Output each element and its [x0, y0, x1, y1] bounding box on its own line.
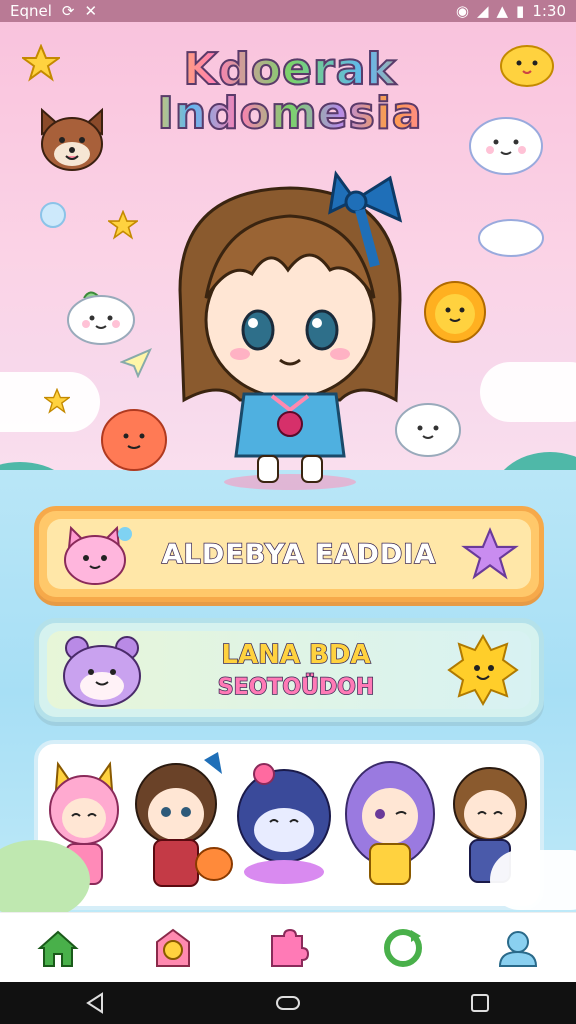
- cat-cloud-sticker: [469, 117, 543, 175]
- button-2-line-1: LANA BDA: [221, 639, 372, 671]
- button-1-label: ALDEBYA EADDIA: [161, 538, 437, 571]
- pink-cat-icon: [64, 525, 132, 585]
- hamster-icon: [63, 636, 141, 707]
- app-title: Kdoerak Indomesia: [140, 47, 440, 137]
- location-icon: ◉: [455, 2, 469, 20]
- menu-button-2[interactable]: LANA BDA SEOTOÜDOH: [34, 618, 544, 722]
- status-bar: Eqnel ⟳ ✕ ◉ ◢ ▲ ▮ 1:30: [0, 0, 576, 22]
- home-system-icon[interactable]: [275, 991, 301, 1015]
- profile-icon: [499, 930, 538, 967]
- bottom-navigation: [0, 912, 576, 982]
- girl-mascot: [178, 170, 403, 490]
- characters-illustration: [49, 752, 527, 887]
- purple-hair-girl-character: [345, 761, 435, 885]
- nav-badge[interactable]: [143, 920, 203, 976]
- badge-icon: [155, 928, 190, 967]
- signal-icon: ▲: [496, 2, 509, 20]
- system-navigation: [0, 982, 576, 1024]
- sun-icon: [447, 634, 519, 706]
- cloud-right: [480, 362, 576, 422]
- sync-icon: ⟳: [61, 2, 75, 20]
- battery-icon: ▮: [516, 2, 525, 20]
- cloud-bottom-right: [490, 850, 576, 910]
- muted-icon: ✕: [84, 2, 98, 20]
- nav-home[interactable]: [28, 920, 88, 976]
- home-icon: [36, 930, 79, 967]
- clock: 1:30: [532, 2, 566, 20]
- nav-puzzle[interactable]: [258, 920, 318, 976]
- paper-plane-sticker: [120, 348, 152, 378]
- refresh-icon: [384, 928, 423, 967]
- star-sticker: [108, 210, 138, 240]
- wifi-icon: ◢: [476, 2, 489, 20]
- chick-sticker: [500, 45, 554, 87]
- button-2-label: LANA BDA SEOTOÜDOH: [145, 638, 447, 703]
- star-sticker: [44, 388, 70, 414]
- star-sticker: [22, 44, 60, 82]
- flower-sticker: [40, 202, 66, 228]
- back-icon[interactable]: [84, 991, 108, 1015]
- menu-button-1[interactable]: ALDEBYA EADDIA: [34, 506, 544, 602]
- title-line-2: Indomesia: [140, 91, 440, 137]
- dog-sticker: [41, 107, 103, 171]
- carrier-label: Eqnel: [10, 2, 52, 20]
- recents-icon[interactable]: [468, 991, 492, 1015]
- nav-refresh[interactable]: [373, 920, 433, 976]
- character-strip[interactable]: [34, 740, 544, 910]
- puzzle-icon: [270, 928, 309, 967]
- title-line-1: Kdoerak: [140, 47, 440, 93]
- purple-star-icon: [461, 527, 519, 580]
- cloud-sticker: [478, 219, 544, 257]
- nav-profile[interactable]: [488, 920, 548, 976]
- ghost-sticker: [67, 291, 135, 345]
- lion-sticker: [424, 281, 486, 343]
- blue-creature-character: [237, 763, 331, 884]
- bow-girl-character: [135, 752, 233, 887]
- button-2-line-2: SEOTOÜDOH: [217, 674, 375, 700]
